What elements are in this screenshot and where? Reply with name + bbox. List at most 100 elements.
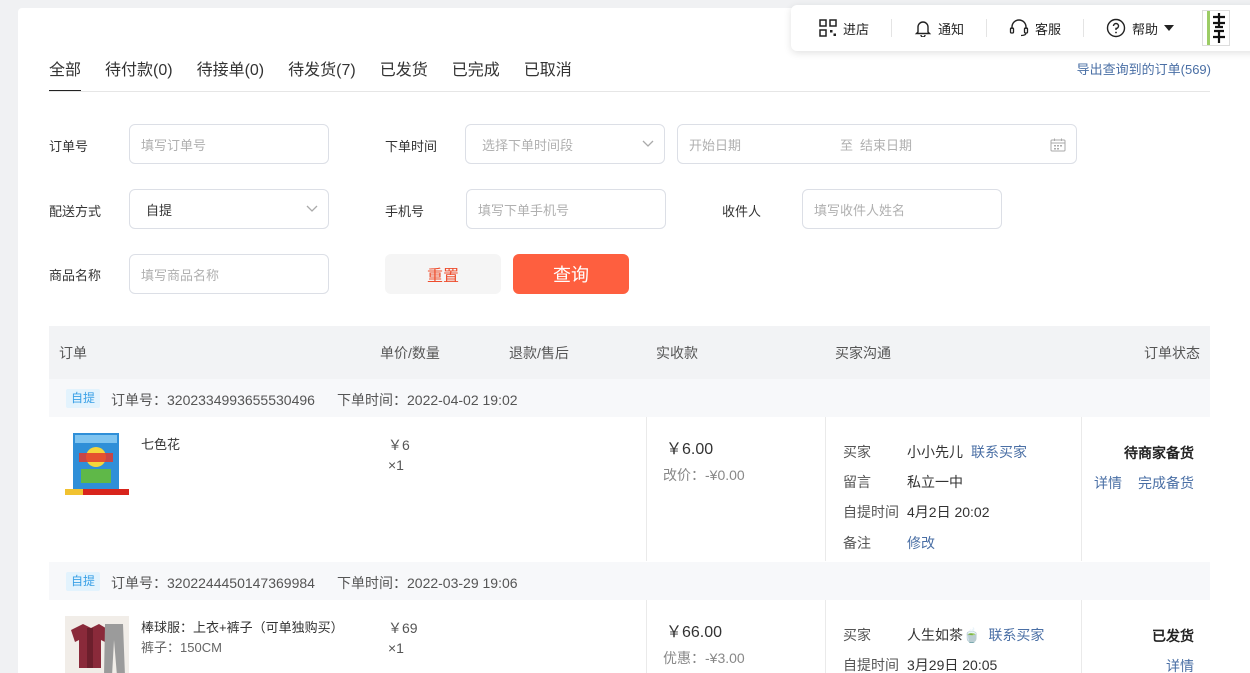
help-circle-icon — [1106, 18, 1126, 38]
col-order: 订单 — [59, 345, 87, 361]
tab-pending-payment[interactable]: 待付款(0) — [105, 56, 173, 92]
enter-shop-label: 进店 — [843, 21, 870, 37]
tab-completed[interactable]: 已完成 — [452, 56, 500, 92]
phone-label: 手机号 — [385, 204, 425, 219]
col-refund: 退款/售后 — [509, 345, 569, 361]
order-time-select[interactable]: 选择下单时间段 — [465, 124, 665, 164]
reset-button[interactable]: 重置 — [385, 254, 501, 294]
message-key: 留言 — [843, 474, 871, 490]
col-paid: 实收款 — [656, 345, 698, 361]
product-image[interactable] — [65, 433, 129, 497]
end-date-placeholder: 结束日期 — [860, 137, 913, 153]
column-divider — [1081, 600, 1082, 673]
query-button[interactable]: 查询 — [513, 254, 629, 294]
toolbar-divider — [986, 19, 988, 37]
product-name[interactable]: 棒球服：上衣+裤子（可单独购买） 裤子：150CM — [141, 618, 351, 658]
unit-price: ￥69 — [388, 620, 418, 636]
order-actions: 详情 — [1150, 656, 1194, 673]
column-divider — [646, 417, 647, 561]
paid-amount: ￥66.00 — [666, 624, 723, 641]
detail-link[interactable]: 详情 — [1094, 475, 1122, 491]
pickup-time-row: 自提时间 4月2日 20:02 — [843, 502, 990, 522]
order-status-tabs: 全部 待付款(0) 待接单(0) 待发货(7) 已发货 已完成 已取消 — [49, 56, 596, 92]
range-separator: 至 — [840, 137, 854, 153]
message-row: 留言 私立一中 — [843, 472, 963, 492]
order-status: 待商家备货 — [1124, 445, 1194, 461]
delivery-select[interactable]: 自提 — [129, 189, 329, 229]
column-divider — [646, 600, 647, 673]
quantity: ×1 — [388, 640, 404, 656]
customer-service-button[interactable]: 客服 — [1009, 19, 1061, 38]
receiver-input[interactable]: 填写收件人姓名 — [802, 189, 1002, 229]
discount: 优惠：-¥3.00 — [663, 650, 745, 666]
contact-buyer-link[interactable]: 联系买家 — [988, 627, 1044, 643]
order-no-input[interactable]: 填写订单号 — [129, 124, 329, 164]
receiver-label: 收件人 — [722, 204, 762, 219]
product-image[interactable] — [65, 616, 129, 673]
customer-service-label: 客服 — [1035, 21, 1062, 37]
bell-icon — [914, 21, 932, 37]
notification-button[interactable]: 通知 — [914, 19, 964, 38]
pickup-time-key: 自提时间 — [843, 657, 899, 673]
notification-label: 通知 — [938, 21, 965, 37]
col-status: 订单状态 — [1144, 345, 1200, 361]
order-no-label: 订单号 — [49, 139, 89, 154]
date-range-picker[interactable]: 开始日期 至 结束日期 — [677, 124, 1077, 164]
toolbar-divider — [891, 19, 893, 37]
delivery-tag: 自提 — [66, 572, 101, 591]
help-menu[interactable]: 帮助 — [1106, 18, 1180, 38]
order-time-label: 下单时间 — [385, 139, 438, 154]
toolbar-divider — [1083, 19, 1085, 37]
tab-cancelled[interactable]: 已取消 — [524, 56, 572, 92]
message-value: 私立一中 — [907, 474, 963, 490]
contact-buyer-link[interactable]: 联系买家 — [971, 444, 1027, 460]
quantity: ×1 — [388, 457, 404, 473]
order-table-header: 订单 单价/数量 退款/售后 实收款 买家沟通 订单状态 — [49, 326, 1210, 379]
note-key: 备注 — [843, 535, 871, 551]
edit-note-link[interactable]: 修改 — [907, 535, 935, 551]
pickup-time-value: 3月29日 20:05 — [907, 657, 998, 673]
chevron-down-icon — [306, 205, 318, 212]
order-row: 棒球服：上衣+裤子（可单独购买） 裤子：150CM ￥69 ×1 ￥66.00 … — [49, 600, 1210, 673]
order-row: 七色花 ￥6 ×1 ￥6.00 改价：-¥0.00 买家 小小先儿 联系买家 留言 私… — [49, 417, 1210, 561]
enter-shop-button[interactable]: 进店 — [819, 19, 869, 38]
tab-pending-ship[interactable]: 待发货(7) — [288, 56, 356, 92]
complete-stocking-link[interactable]: 完成备货 — [1138, 475, 1194, 491]
product-name[interactable]: 七色花 — [141, 435, 351, 455]
product-name-input[interactable]: 填写商品名称 — [129, 254, 329, 294]
order-time: 下单时间：2022-03-29 19:06 — [337, 575, 518, 591]
phone-input[interactable]: 填写下单手机号 — [466, 189, 666, 229]
tabs-divider — [49, 91, 1210, 92]
order-time: 下单时间：2022-04-02 19:02 — [337, 392, 518, 408]
note-row: 备注 修改 — [843, 533, 935, 553]
product-sku: 裤子：150CM — [141, 640, 222, 655]
start-date-placeholder: 开始日期 — [689, 137, 742, 153]
tab-pending-accept[interactable]: 待接单(0) — [197, 56, 265, 92]
export-orders-link[interactable]: 导出查询到的订单(569) — [1077, 59, 1211, 78]
order-management-panel: 全部 待付款(0) 待接单(0) 待发货(7) 已发货 已完成 已取消 导出查询… — [18, 8, 1250, 673]
paid-amount: ￥6.00 — [666, 441, 714, 458]
detail-link[interactable]: 详情 — [1166, 658, 1194, 673]
tab-shipped[interactable]: 已发货 — [380, 56, 428, 92]
column-divider — [825, 600, 826, 673]
order-header: 自提 订单号：3202334993655530496 下单时间：2022-04-… — [49, 379, 1210, 417]
qrcode-icon — [819, 19, 837, 37]
caret-down-icon — [1164, 25, 1175, 31]
order-status: 已发货 — [1152, 628, 1194, 644]
buyer-key: 买家 — [843, 627, 871, 643]
shop-avatar[interactable] — [1202, 10, 1231, 46]
product-title: 棒球服：上衣+裤子（可单独购买） — [141, 620, 344, 635]
tab-all[interactable]: 全部 — [49, 56, 82, 92]
buyer-name: 小小先儿 — [907, 444, 963, 460]
buyer-row: 买家 小小先儿 联系买家 — [843, 442, 1027, 462]
product-name-label: 商品名称 — [49, 268, 102, 283]
chevron-down-icon — [642, 140, 654, 147]
help-label: 帮助 — [1132, 21, 1159, 37]
order-number: 订单号：3202244450147369984 — [111, 575, 315, 591]
order-time-select-placeholder: 选择下单时间段 — [482, 137, 574, 153]
unit-price-qty: ￥69 ×1 — [388, 618, 418, 658]
col-buyer-comm: 买家沟通 — [835, 345, 891, 361]
buyer-key: 买家 — [843, 444, 871, 460]
order-number: 订单号：3202334993655530496 — [111, 392, 315, 408]
calendar-icon — [1050, 138, 1066, 152]
